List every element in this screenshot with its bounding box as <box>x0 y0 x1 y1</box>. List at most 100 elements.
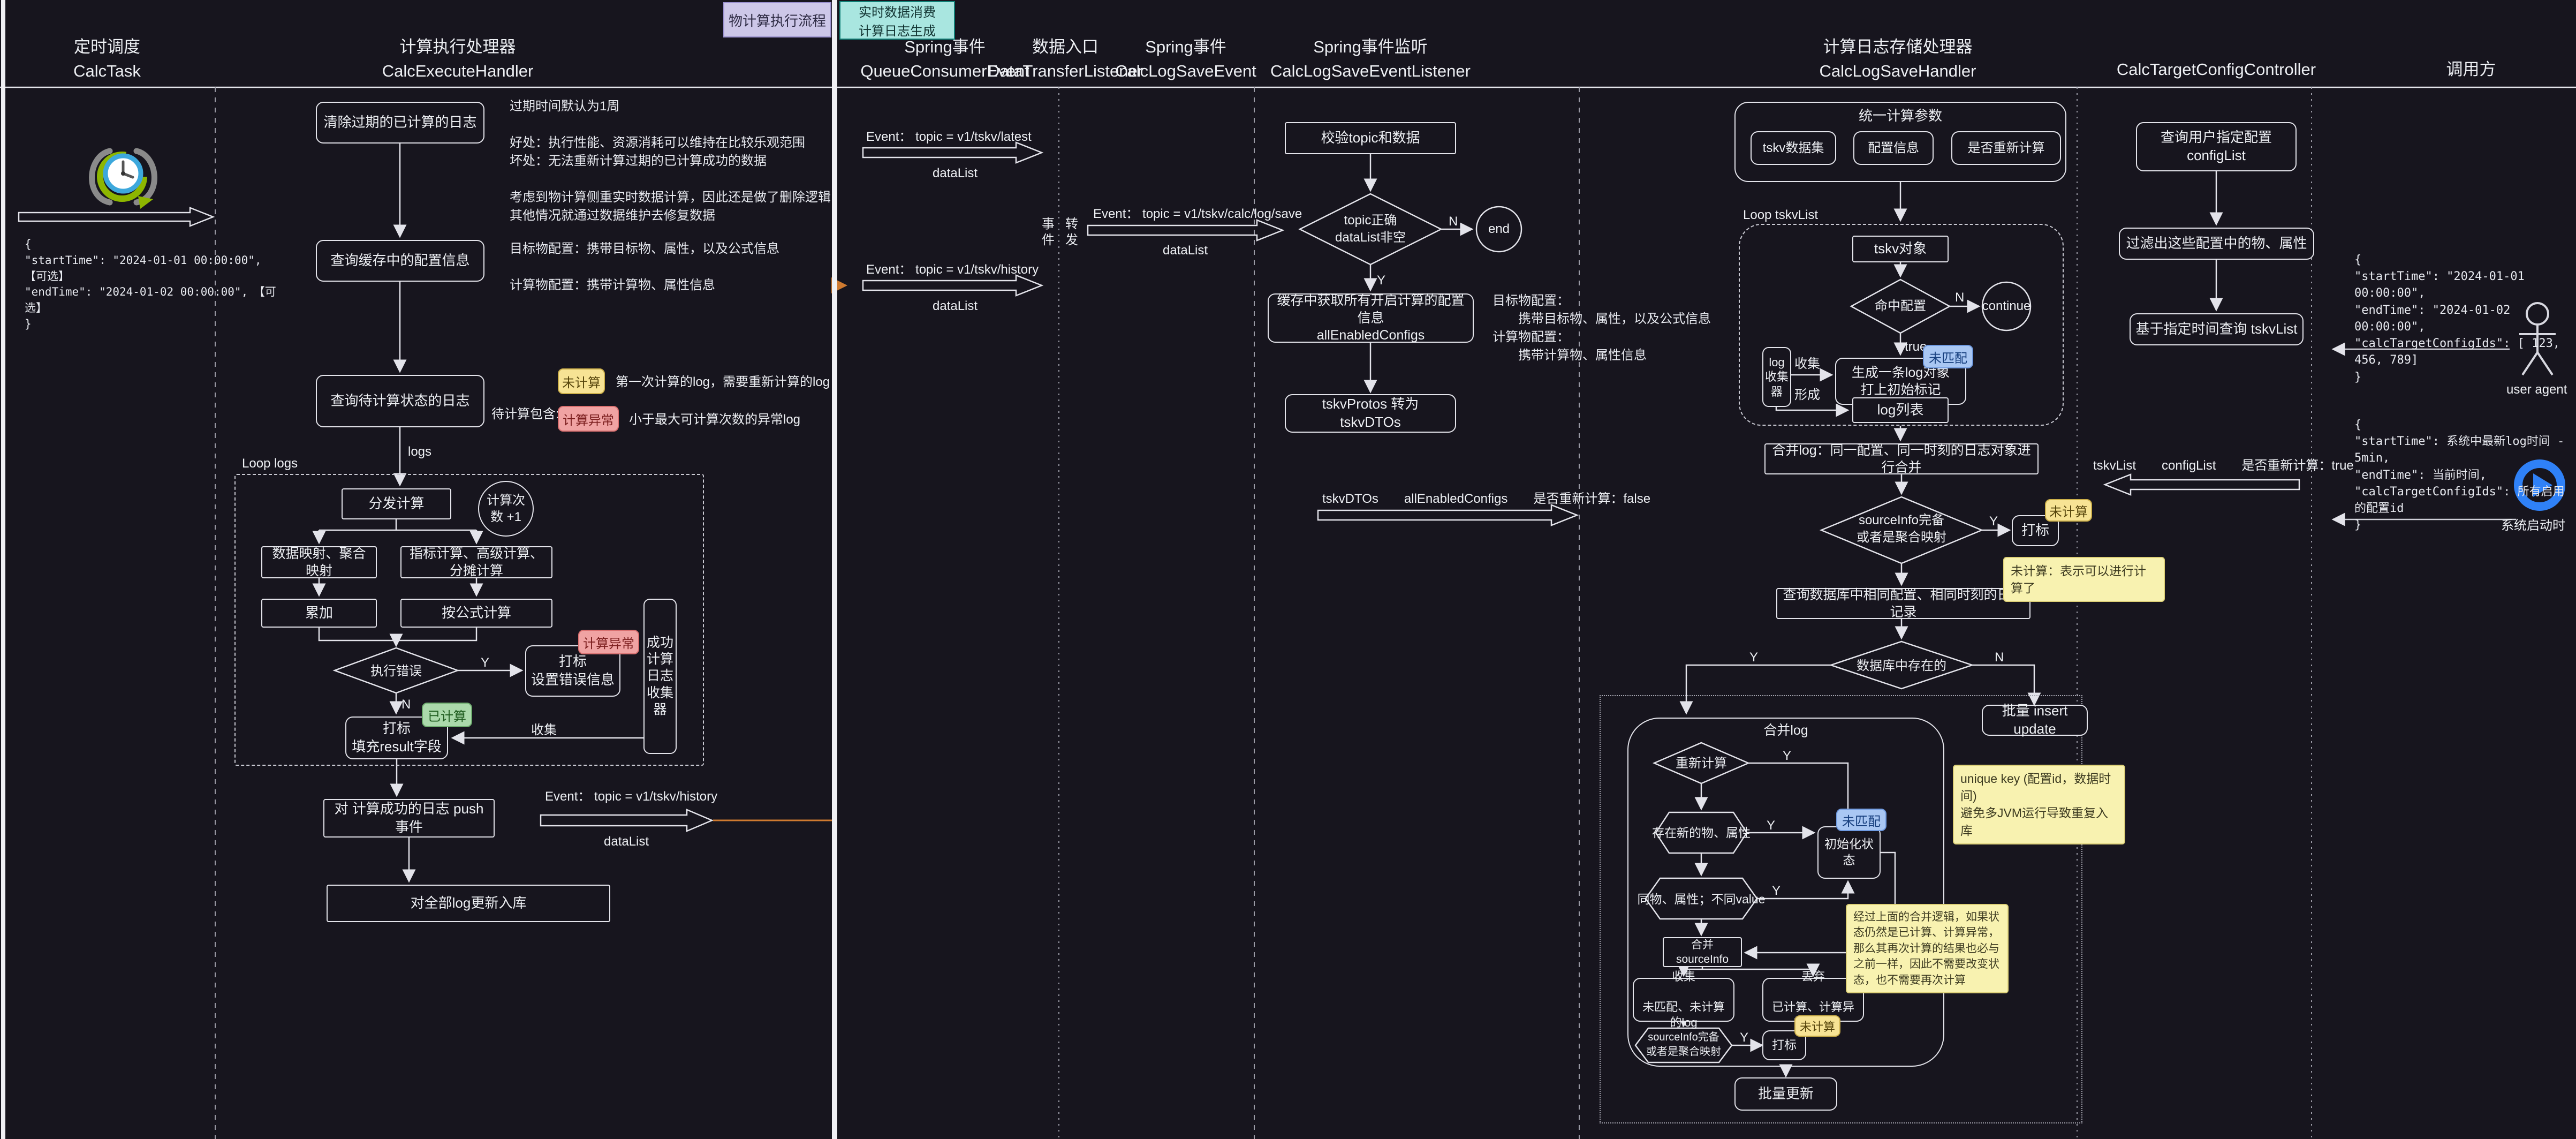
node-param-recalc-flag: 是否重新计算 <box>1951 131 2061 165</box>
node-log-list: log列表 <box>1852 397 1949 423</box>
badge-mark-calc-error: 计算异常 <box>578 630 639 654</box>
lane-header-savelistener: Spring事件监听CalcLogSaveEventListener <box>1263 35 1478 84</box>
node-calc-count: 计算次数 +1 <box>478 481 534 537</box>
label-db-exists-diamond: 数据库中存在的 <box>1853 658 1950 675</box>
scheduler-clock-icon <box>92 151 155 209</box>
node-merge-log-bar: 合并log：同一配置、同一时刻的日志对象进行合并 <box>1764 443 2039 474</box>
label-loop-tskvlist: Loop tskvList <box>1743 207 1818 224</box>
label-hex-same: 同物、属性；不同value <box>1637 891 1766 908</box>
label-hex-new: 存在新的物、属性 <box>1648 825 1755 841</box>
label-loop-logs: Loop logs <box>242 455 298 472</box>
label-continue: continue <box>1975 298 2037 315</box>
badge-uncalculated: 未计算 <box>558 368 605 394</box>
label-uncalculated-desc: 第一次计算的log，需要重新计算的log <box>616 374 830 391</box>
note-unique-key: unique key (配置id，数据时间) 避免多JVM运行导致重复入库 <box>1953 765 2125 844</box>
node-dispatch-calc: 分发计算 <box>342 488 451 519</box>
node-query-user-configs: 查询用户指定配置 configList <box>2136 122 2297 171</box>
note-listener-config-types: 目标物配置： 携带目标物、属性，以及公式信息 计算物配置： 携带计算物、属性信息 <box>1492 292 1792 365</box>
node-query-db-logs: 查询数据库中相同配置、相同时刻的日志记录 <box>1776 588 2031 619</box>
caller-boot-json: { "startTime": 系统中最新log时间 - 5min, "endTi… <box>2354 417 2569 534</box>
lane-header-caller: 调用方 <box>2366 58 2576 82</box>
badge-init-unmatched: 未匹配 <box>1836 809 1886 831</box>
lane-header-exechandler: 计算执行处理器CalcExecuteHandler <box>351 35 565 84</box>
node-update-all-logs: 对全部log更新入库 <box>327 885 610 922</box>
label-sourceinfo-diamond: sourceInfo完备 或者是聚合映射 <box>1837 512 1966 547</box>
lane-header-savehandler: 计算日志存储处理器CalcLogSaveHandler <box>1791 35 2005 84</box>
node-query-cached-config: 查询缓存中的配置信息 <box>316 240 484 282</box>
calctask-params-note: { "startTime": "2024-01-01 00:00:00", 【可… <box>25 237 282 333</box>
label-pending-contains: 待计算包含: <box>491 406 559 423</box>
label-end: end <box>1478 221 1520 238</box>
lane-header-controller: CalcTargetConfigController <box>2109 58 2323 82</box>
note-expire-policy: 过期时间默认为1周 好处：执行性能、资源消耗可以维持在比较乐观范围 坏处：无法重… <box>510 97 852 225</box>
node-success-log-collector: 成功计算日志收集器 <box>643 599 677 754</box>
label-hit-config: 命中配置 <box>1863 298 1938 315</box>
tag-realtime: 实时数据消费 计算日志生成 <box>839 1 955 40</box>
label-topic-n: N <box>1449 213 1458 230</box>
label-forward-right: 转发 <box>1062 211 1081 254</box>
lane-header-savelogevent: Spring事件CalcLogSaveEvent <box>1089 35 1282 84</box>
label-db-exists-y: Y <box>1749 649 1758 666</box>
lane-header-calctask: 定时调度CalcTask <box>0 35 214 84</box>
node-push-success-logs: 对 计算成功的日志 push事件 <box>323 799 495 838</box>
node-clean-expired-logs: 清除过期的已计算的日志 <box>316 102 484 144</box>
label-forward-left: 事件 <box>1039 211 1058 254</box>
label-event-latest: Event： topic = v1/tskv/latest <box>866 129 1032 146</box>
node-merge-sourceinfo: 合并 sourceInfo <box>1663 937 1742 967</box>
badge-handler-uncalc2: 未计算 <box>1794 1015 1840 1037</box>
node-query-tskvlist: 基于指定时间查询 tskvList <box>2130 313 2304 345</box>
node-validate-topic: 校验topic和数据 <box>1285 122 1456 154</box>
badge-handler-uncalc: 未计算 <box>2045 499 2092 522</box>
node-indicator-calc: 指标计算、高级计算、分摊计算 <box>400 546 552 578</box>
label-hex-sourceinfo2: sourceInfo完备 或者是聚合映射 <box>1635 1030 1732 1059</box>
node-collect-box: 收集 未匹配、未计算的log <box>1633 978 1734 1022</box>
node-formula-calc: 按公式计算 <box>400 599 552 628</box>
node-data-mapping: 数据映射、聚合映射 <box>261 546 377 578</box>
left-edge-divider <box>1 0 5 1139</box>
label-user-agent: user agent <box>2506 381 2567 398</box>
label-collect: 收集 <box>531 722 557 739</box>
label-exec-error: 执行错误 <box>351 663 442 680</box>
node-batch-insert-update: 批量 insert update <box>1982 705 2088 736</box>
label-system-boot: 系统启动时 <box>2501 517 2565 534</box>
note-config-types: 目标物配置：携带目标物、属性，以及公式信息 计算物配置：携带计算物、属性信息 <box>510 240 842 295</box>
node-tskv-object: tskv对象 <box>1852 236 1949 262</box>
node-param-tskv-dataset: tskv数据集 <box>1751 131 1836 165</box>
label-recalc-y: Y <box>1783 748 1791 765</box>
label-exec-error-n: N <box>401 696 411 713</box>
diagram-canvas: 物计算执行流程 实时数据消费 计算日志生成 定时调度CalcTask 计算执行处… <box>0 0 2576 1139</box>
label-topic-ok-diamond: topic正确 dataList非空 <box>1317 212 1424 247</box>
node-convert-dtos: tskvProtos 转为 tskvDTOs <box>1285 394 1456 433</box>
caller-request-json: { "startTime": "2024-01-01 00:00:00", "e… <box>2354 252 2569 386</box>
node-query-pending-logs: 查询待计算状态的日志 <box>316 375 484 427</box>
label-event-history-payload: dataList <box>933 298 978 315</box>
note-uncalc-meaning: 未计算：表示可以进行计算了 <box>2003 557 2165 602</box>
node-param-config-info: 配置信息 <box>1853 131 1934 165</box>
badge-calc-error: 计算异常 <box>558 406 619 432</box>
node-filter-things: 过滤出这些配置中的物、属性 <box>2119 228 2314 260</box>
badge-unmatched: 未匹配 <box>1923 345 1973 368</box>
note-merge-logic: 经过上面的合并逻辑，如果状态仍然是已计算、计算异常，那么其再次计算的结果也必与之… <box>1846 904 2009 993</box>
node-get-enabled-configs: 缓存中获取所有开启计算的配置信息 allEnabledConfigs <box>1268 293 1474 343</box>
label-event-save: Event： topic = v1/tskv/calc/log/save <box>1093 206 1302 223</box>
badge-calculated: 已计算 <box>422 703 472 727</box>
label-dto-arrow: tskvDTOs allEnabledConfigs 是否重新计算：false <box>1322 491 1650 508</box>
label-recalc-diamond: 重新计算 <box>1669 755 1733 772</box>
label-hex-new-y: Y <box>1767 817 1775 834</box>
label-topic-y: Y <box>1377 272 1385 289</box>
label-hit-n: N <box>1955 289 1964 306</box>
section-divider <box>832 0 837 1139</box>
label-logs: logs <box>408 443 431 461</box>
label-sourceinfo-y: Y <box>1989 513 1998 530</box>
label-event-latest-payload: dataList <box>933 165 978 182</box>
label-event-save-payload: dataList <box>1163 242 1208 259</box>
label-push-event-topic: Event： topic = v1/tskv/history <box>545 788 717 805</box>
label-exec-error-y: Y <box>481 654 489 672</box>
label-push-event-payload: dataList <box>604 833 649 850</box>
label-hex-same-y: Y <box>1772 882 1781 900</box>
label-handler-form: 形成 <box>1794 387 1820 404</box>
label-calc-error-desc: 小于最大可计算次数的异常log <box>629 411 800 428</box>
label-return-arrow: tskvList configList 是否重新计算：true <box>2093 457 2354 474</box>
label-hex-sourceinfo2-y: Y <box>1740 1029 1748 1046</box>
label-handler-collect: 收集 <box>1794 356 1820 373</box>
